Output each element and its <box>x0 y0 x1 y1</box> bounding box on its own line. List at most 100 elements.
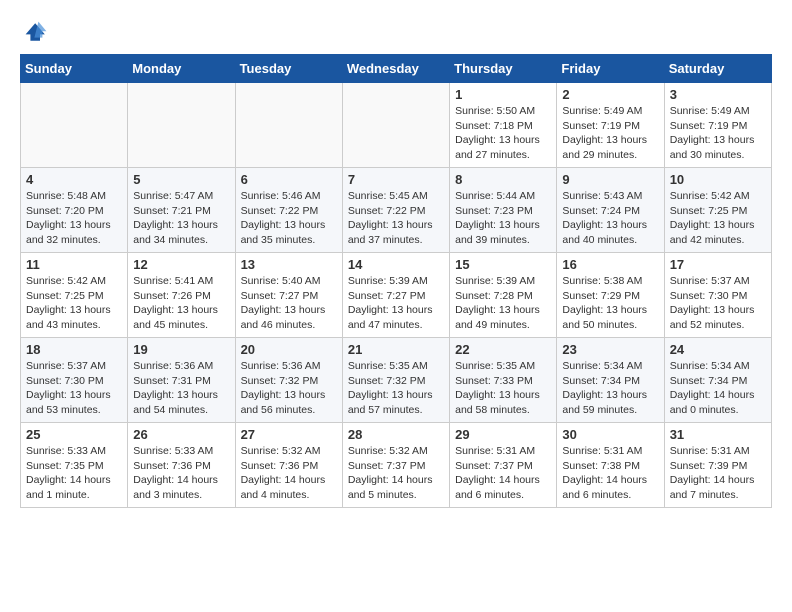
calendar-cell: 4Sunrise: 5:48 AM Sunset: 7:20 PM Daylig… <box>21 168 128 253</box>
day-info: Sunrise: 5:39 AM Sunset: 7:27 PM Dayligh… <box>348 274 444 333</box>
calendar-cell <box>235 83 342 168</box>
weekday-header: Sunday <box>21 55 128 83</box>
calendar-cell: 24 Sunrise: 5:34 AM Sunset: 7:34 PM Dayli… <box>664 338 771 423</box>
calendar-week-row: 11 Sunrise: 5:42 AM Sunset: 7:25 PM Dayli… <box>21 253 772 338</box>
calendar-cell: 9 Sunrise: 5:43 AM Sunset: 7:24 PM Daylig… <box>557 168 664 253</box>
logo <box>20 20 50 44</box>
calendar-cell: 18 Sunrise: 5:37 AM Sunset: 7:30 PM Dayli… <box>21 338 128 423</box>
logo-icon <box>24 20 48 44</box>
calendar-cell: 16 Sunrise: 5:38 AM Sunset: 7:29 PM Dayli… <box>557 253 664 338</box>
day-info: Sunrise: 5:31 AM Sunset: 7:39 PM Dayligh… <box>670 444 766 503</box>
day-info: Sunrise: 5:44 AM Sunset: 7:23 PM Dayligh… <box>455 189 551 248</box>
day-info: Sunrise: 5:42 AM Sunset: 7:25 PM Dayligh… <box>670 189 766 248</box>
page-header <box>20 20 772 44</box>
day-info: Sunrise: 5:32 AM Sunset: 7:37 PM Dayligh… <box>348 444 444 503</box>
weekday-header: Thursday <box>450 55 557 83</box>
calendar-cell <box>128 83 235 168</box>
calendar-week-row: 1Sunrise: 5:50 AM Sunset: 7:18 PM Daylig… <box>21 83 772 168</box>
calendar-cell: 22 Sunrise: 5:35 AM Sunset: 7:33 PM Dayli… <box>450 338 557 423</box>
day-number: 21 <box>348 342 444 357</box>
day-number: 18 <box>26 342 122 357</box>
calendar-cell: 26 Sunrise: 5:33 AM Sunset: 7:36 PM Dayli… <box>128 423 235 508</box>
day-number: 11 <box>26 257 122 272</box>
calendar-cell: 15 Sunrise: 5:39 AM Sunset: 7:28 PM Dayli… <box>450 253 557 338</box>
day-info: Sunrise: 5:41 AM Sunset: 7:26 PM Dayligh… <box>133 274 229 333</box>
calendar: SundayMondayTuesdayWednesdayThursdayFrid… <box>20 54 772 508</box>
day-info: Sunrise: 5:31 AM Sunset: 7:38 PM Dayligh… <box>562 444 658 503</box>
calendar-cell: 25Sunrise: 5:33 AM Sunset: 7:35 PM Dayli… <box>21 423 128 508</box>
calendar-cell: 19Sunrise: 5:36 AM Sunset: 7:31 PM Dayli… <box>128 338 235 423</box>
calendar-week-row: 18 Sunrise: 5:37 AM Sunset: 7:30 PM Dayli… <box>21 338 772 423</box>
day-info: Sunrise: 5:38 AM Sunset: 7:29 PM Dayligh… <box>562 274 658 333</box>
day-number: 24 <box>670 342 766 357</box>
calendar-cell: 3Sunrise: 5:49 AM Sunset: 7:19 PM Daylig… <box>664 83 771 168</box>
day-number: 22 <box>455 342 551 357</box>
weekday-header: Tuesday <box>235 55 342 83</box>
day-info: Sunrise: 5:42 AM Sunset: 7:25 PM Dayligh… <box>26 274 122 333</box>
day-number: 19 <box>133 342 229 357</box>
day-info: Sunrise: 5:37 AM Sunset: 7:30 PM Dayligh… <box>26 359 122 418</box>
day-number: 26 <box>133 427 229 442</box>
day-number: 10 <box>670 172 766 187</box>
day-number: 20 <box>241 342 337 357</box>
day-number: 17 <box>670 257 766 272</box>
calendar-cell: 11 Sunrise: 5:42 AM Sunset: 7:25 PM Dayli… <box>21 253 128 338</box>
day-info: Sunrise: 5:34 AM Sunset: 7:34 PM Dayligh… <box>670 359 766 418</box>
day-info: Sunrise: 5:35 AM Sunset: 7:33 PM Dayligh… <box>455 359 551 418</box>
calendar-cell: 12 Sunrise: 5:41 AM Sunset: 7:26 PM Dayli… <box>128 253 235 338</box>
calendar-cell: 5 Sunrise: 5:47 AM Sunset: 7:21 PM Daylig… <box>128 168 235 253</box>
calendar-cell: 7 Sunrise: 5:45 AM Sunset: 7:22 PM Daylig… <box>342 168 449 253</box>
day-number: 31 <box>670 427 766 442</box>
calendar-cell: 17Sunrise: 5:37 AM Sunset: 7:30 PM Dayli… <box>664 253 771 338</box>
weekday-header: Monday <box>128 55 235 83</box>
day-info: Sunrise: 5:32 AM Sunset: 7:36 PM Dayligh… <box>241 444 337 503</box>
day-number: 28 <box>348 427 444 442</box>
calendar-cell: 20 Sunrise: 5:36 AM Sunset: 7:32 PM Dayli… <box>235 338 342 423</box>
day-number: 30 <box>562 427 658 442</box>
day-info: Sunrise: 5:46 AM Sunset: 7:22 PM Dayligh… <box>241 189 337 248</box>
day-info: Sunrise: 5:35 AM Sunset: 7:32 PM Dayligh… <box>348 359 444 418</box>
day-number: 9 <box>562 172 658 187</box>
day-info: Sunrise: 5:40 AM Sunset: 7:27 PM Dayligh… <box>241 274 337 333</box>
calendar-cell <box>342 83 449 168</box>
day-info: Sunrise: 5:45 AM Sunset: 7:22 PM Dayligh… <box>348 189 444 248</box>
calendar-header-row: SundayMondayTuesdayWednesdayThursdayFrid… <box>21 55 772 83</box>
day-number: 13 <box>241 257 337 272</box>
calendar-cell: 13 Sunrise: 5:40 AM Sunset: 7:27 PM Dayli… <box>235 253 342 338</box>
calendar-cell: 1Sunrise: 5:50 AM Sunset: 7:18 PM Daylig… <box>450 83 557 168</box>
calendar-cell: 21 Sunrise: 5:35 AM Sunset: 7:32 PM Dayli… <box>342 338 449 423</box>
calendar-cell: 29Sunrise: 5:31 AM Sunset: 7:37 PM Dayli… <box>450 423 557 508</box>
calendar-cell <box>21 83 128 168</box>
calendar-week-row: 4Sunrise: 5:48 AM Sunset: 7:20 PM Daylig… <box>21 168 772 253</box>
day-number: 15 <box>455 257 551 272</box>
day-number: 27 <box>241 427 337 442</box>
day-info: Sunrise: 5:34 AM Sunset: 7:34 PM Dayligh… <box>562 359 658 418</box>
day-number: 12 <box>133 257 229 272</box>
day-number: 14 <box>348 257 444 272</box>
calendar-cell: 28 Sunrise: 5:32 AM Sunset: 7:37 PM Dayli… <box>342 423 449 508</box>
day-info: Sunrise: 5:48 AM Sunset: 7:20 PM Dayligh… <box>26 189 122 248</box>
calendar-week-row: 25Sunrise: 5:33 AM Sunset: 7:35 PM Dayli… <box>21 423 772 508</box>
day-number: 5 <box>133 172 229 187</box>
calendar-cell: 10 Sunrise: 5:42 AM Sunset: 7:25 PM Dayli… <box>664 168 771 253</box>
weekday-header: Wednesday <box>342 55 449 83</box>
day-number: 16 <box>562 257 658 272</box>
day-info: Sunrise: 5:47 AM Sunset: 7:21 PM Dayligh… <box>133 189 229 248</box>
day-info: Sunrise: 5:49 AM Sunset: 7:19 PM Dayligh… <box>562 104 658 163</box>
calendar-cell: 14 Sunrise: 5:39 AM Sunset: 7:27 PM Dayli… <box>342 253 449 338</box>
day-number: 3 <box>670 87 766 102</box>
calendar-cell: 30 Sunrise: 5:31 AM Sunset: 7:38 PM Dayli… <box>557 423 664 508</box>
calendar-cell: 23Sunrise: 5:34 AM Sunset: 7:34 PM Dayli… <box>557 338 664 423</box>
weekday-header: Friday <box>557 55 664 83</box>
day-number: 7 <box>348 172 444 187</box>
day-info: Sunrise: 5:36 AM Sunset: 7:32 PM Dayligh… <box>241 359 337 418</box>
day-number: 29 <box>455 427 551 442</box>
day-number: 6 <box>241 172 337 187</box>
calendar-cell: 2Sunrise: 5:49 AM Sunset: 7:19 PM Daylig… <box>557 83 664 168</box>
day-info: Sunrise: 5:39 AM Sunset: 7:28 PM Dayligh… <box>455 274 551 333</box>
day-number: 8 <box>455 172 551 187</box>
day-number: 1 <box>455 87 551 102</box>
day-info: Sunrise: 5:33 AM Sunset: 7:36 PM Dayligh… <box>133 444 229 503</box>
day-info: Sunrise: 5:43 AM Sunset: 7:24 PM Dayligh… <box>562 189 658 248</box>
calendar-cell: 8 Sunrise: 5:44 AM Sunset: 7:23 PM Daylig… <box>450 168 557 253</box>
